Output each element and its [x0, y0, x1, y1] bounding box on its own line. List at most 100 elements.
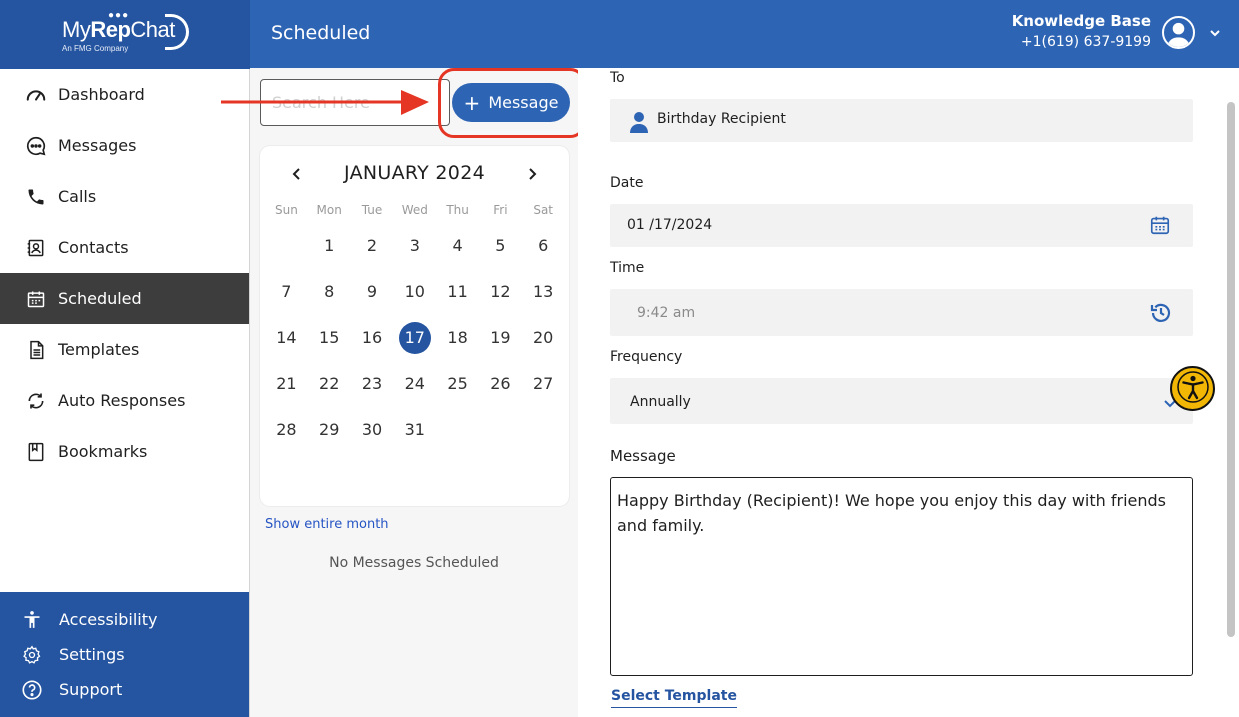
calendar-day[interactable]: 11 — [436, 276, 479, 308]
calendar-day[interactable]: 2 — [351, 230, 394, 262]
calendar-day[interactable]: 25 — [436, 368, 479, 400]
date-field[interactable]: 01 /17/2024 — [610, 204, 1193, 247]
chevron-down-icon[interactable] — [1209, 24, 1221, 43]
weekday-row: Sun Mon Tue Wed Thu Fri Sat — [265, 203, 565, 223]
recipient-field[interactable]: Birthday Recipient — [610, 99, 1193, 142]
weekday-label: Sun — [274, 203, 298, 217]
calendar-day[interactable]: 14 — [265, 322, 308, 354]
accessibility-widget-button[interactable] — [1170, 366, 1215, 411]
sidebar-item-contacts[interactable]: Contacts — [0, 222, 249, 273]
plus-icon: + — [463, 90, 481, 115]
calendar-day[interactable]: 13 — [522, 276, 565, 308]
frequency-label: Frequency — [610, 349, 683, 365]
sidebar-item-calls[interactable]: Calls — [0, 171, 249, 222]
refresh-icon — [24, 389, 48, 413]
chevron-right-icon[interactable] — [522, 164, 542, 184]
calendar-day[interactable]: 18 — [436, 322, 479, 354]
sidebar-item-support[interactable]: Support — [0, 672, 249, 707]
sidebar-item-label: Messages — [58, 136, 137, 155]
calendar-day[interactable]: 4 — [436, 230, 479, 262]
sidebar: ●●● MyRepChat An FMG Company Dashboard M… — [0, 0, 250, 717]
calendar: JANUARY 2024 Sun Mon Tue Wed Thu Fri Sat 12345… — [260, 146, 569, 506]
sidebar-item-scheduled[interactable]: Scheduled — [0, 273, 249, 324]
calendar-day[interactable]: 15 — [308, 322, 351, 354]
sidebar-item-accessibility[interactable]: Accessibility — [0, 602, 249, 637]
frequency-select[interactable]: Annually — [610, 378, 1193, 424]
calendar-day[interactable]: 19 — [479, 322, 522, 354]
sidebar-item-label: Dashboard — [58, 85, 145, 104]
calendar-day[interactable]: 29 — [308, 414, 351, 446]
calendar-day[interactable]: 24 — [393, 368, 436, 400]
calendar-day[interactable]: 26 — [479, 368, 522, 400]
calendar-empty-cell — [522, 414, 565, 446]
weekday-label: Wed — [401, 203, 428, 217]
calendar-header: JANUARY 2024 — [260, 160, 569, 190]
sidebar-item-label: Templates — [58, 340, 140, 359]
calendar-weeks: 1 2 3 4 5 6 7 8 9 10 11 12 13 14 15 16 17 18 19 20 21 22 23 24 2… — [265, 223, 565, 453]
calendar-day[interactable]: 10 — [393, 276, 436, 308]
time-label: Time — [610, 260, 645, 276]
frequency-value: Annually — [630, 394, 691, 410]
date-label: Date — [610, 175, 644, 191]
calendar-day[interactable]: 22 — [308, 368, 351, 400]
show-entire-month-link[interactable]: Show entire month — [265, 517, 389, 532]
sidebar-item-auto-responses[interactable]: Auto Responses — [0, 375, 249, 426]
sidebar-item-bookmarks[interactable]: Bookmarks — [0, 426, 249, 477]
new-message-label: Message — [488, 93, 559, 112]
sidebar-item-messages[interactable]: Messages — [0, 120, 249, 171]
sidebar-item-settings[interactable]: Settings — [0, 637, 249, 672]
calendar-day[interactable]: 8 — [308, 276, 351, 308]
date-value: 01 /17/2024 — [627, 217, 713, 233]
calendar-day[interactable]: 27 — [522, 368, 565, 400]
calendar-icon[interactable] — [1149, 214, 1171, 240]
weekday-label: Tue — [361, 203, 383, 217]
sidebar-item-label: Accessibility — [59, 610, 158, 629]
top-header: Scheduled Knowledge Base +1(619) 637-919… — [250, 0, 1239, 68]
calendar-week-row: 123456 — [265, 223, 565, 269]
sidebar-item-label: Bookmarks — [58, 442, 148, 461]
weekday-label: Thu — [446, 203, 469, 217]
person-icon — [630, 111, 648, 137]
calendar-day[interactable]: 12 — [479, 276, 522, 308]
calendar-day[interactable]: 5 — [479, 230, 522, 262]
calendar-day-selected[interactable]: 17 — [393, 322, 436, 354]
calendar-day[interactable]: 31 — [393, 414, 436, 446]
select-template-link[interactable]: Select Template — [611, 688, 737, 708]
calendar-day[interactable]: 20 — [522, 322, 565, 354]
logo-wordmark: ●●● MyRepChat — [62, 9, 175, 42]
calendar-day[interactable]: 9 — [351, 276, 394, 308]
weekday-label: Sat — [533, 203, 554, 217]
calendar-day[interactable]: 7 — [265, 276, 308, 308]
user-info[interactable]: Knowledge Base +1(619) 637-9199 — [1012, 12, 1151, 50]
scheduled-list-panel: + Message JANUARY 2024 Sun Mon Tue Wed Thu Fr… — [250, 68, 586, 717]
calendar-day[interactable]: 6 — [522, 230, 565, 262]
calendar-day[interactable]: 3 — [393, 230, 436, 262]
time-field[interactable]: 9:42 am — [610, 289, 1193, 336]
sidebar-item-dashboard[interactable]: Dashboard — [0, 69, 249, 120]
clock-history-icon[interactable] — [1149, 301, 1173, 329]
user-phone: +1(619) 637-9199 — [1020, 34, 1151, 50]
calendar-day[interactable]: 1 — [308, 230, 351, 262]
message-form: To Birthday Recipient Date 01 /17/2024 T… — [578, 68, 1239, 717]
calendar-day[interactable]: 28 — [265, 414, 308, 446]
calendar-day[interactable]: 23 — [351, 368, 394, 400]
sidebar-nav: Dashboard Messages Calls Contacts Schedu… — [0, 69, 249, 477]
scrollbar[interactable] — [1227, 102, 1235, 637]
calendar-day[interactable]: 30 — [351, 414, 394, 446]
sidebar-item-templates[interactable]: Templates — [0, 324, 249, 375]
brand-logo[interactable]: ●●● MyRepChat An FMG Company — [0, 0, 250, 69]
chat-bubble-icon — [24, 134, 48, 158]
sidebar-item-label: Support — [59, 680, 123, 699]
gear-icon — [20, 643, 44, 667]
new-message-button[interactable]: + Message — [452, 83, 570, 122]
bookmark-icon — [24, 440, 48, 464]
calendar-day[interactable]: 21 — [265, 368, 308, 400]
page-title: Scheduled — [271, 22, 371, 44]
calendar-week-row: 28 29 30 31 — [265, 407, 565, 453]
calendar-day[interactable]: 16 — [351, 322, 394, 354]
message-textarea[interactable]: Happy Birthday (Recipient)! We hope you … — [610, 477, 1193, 676]
avatar[interactable] — [1162, 16, 1195, 49]
user-name: Knowledge Base — [1011, 12, 1151, 30]
message-label: Message — [610, 447, 676, 465]
phone-icon — [24, 185, 48, 209]
